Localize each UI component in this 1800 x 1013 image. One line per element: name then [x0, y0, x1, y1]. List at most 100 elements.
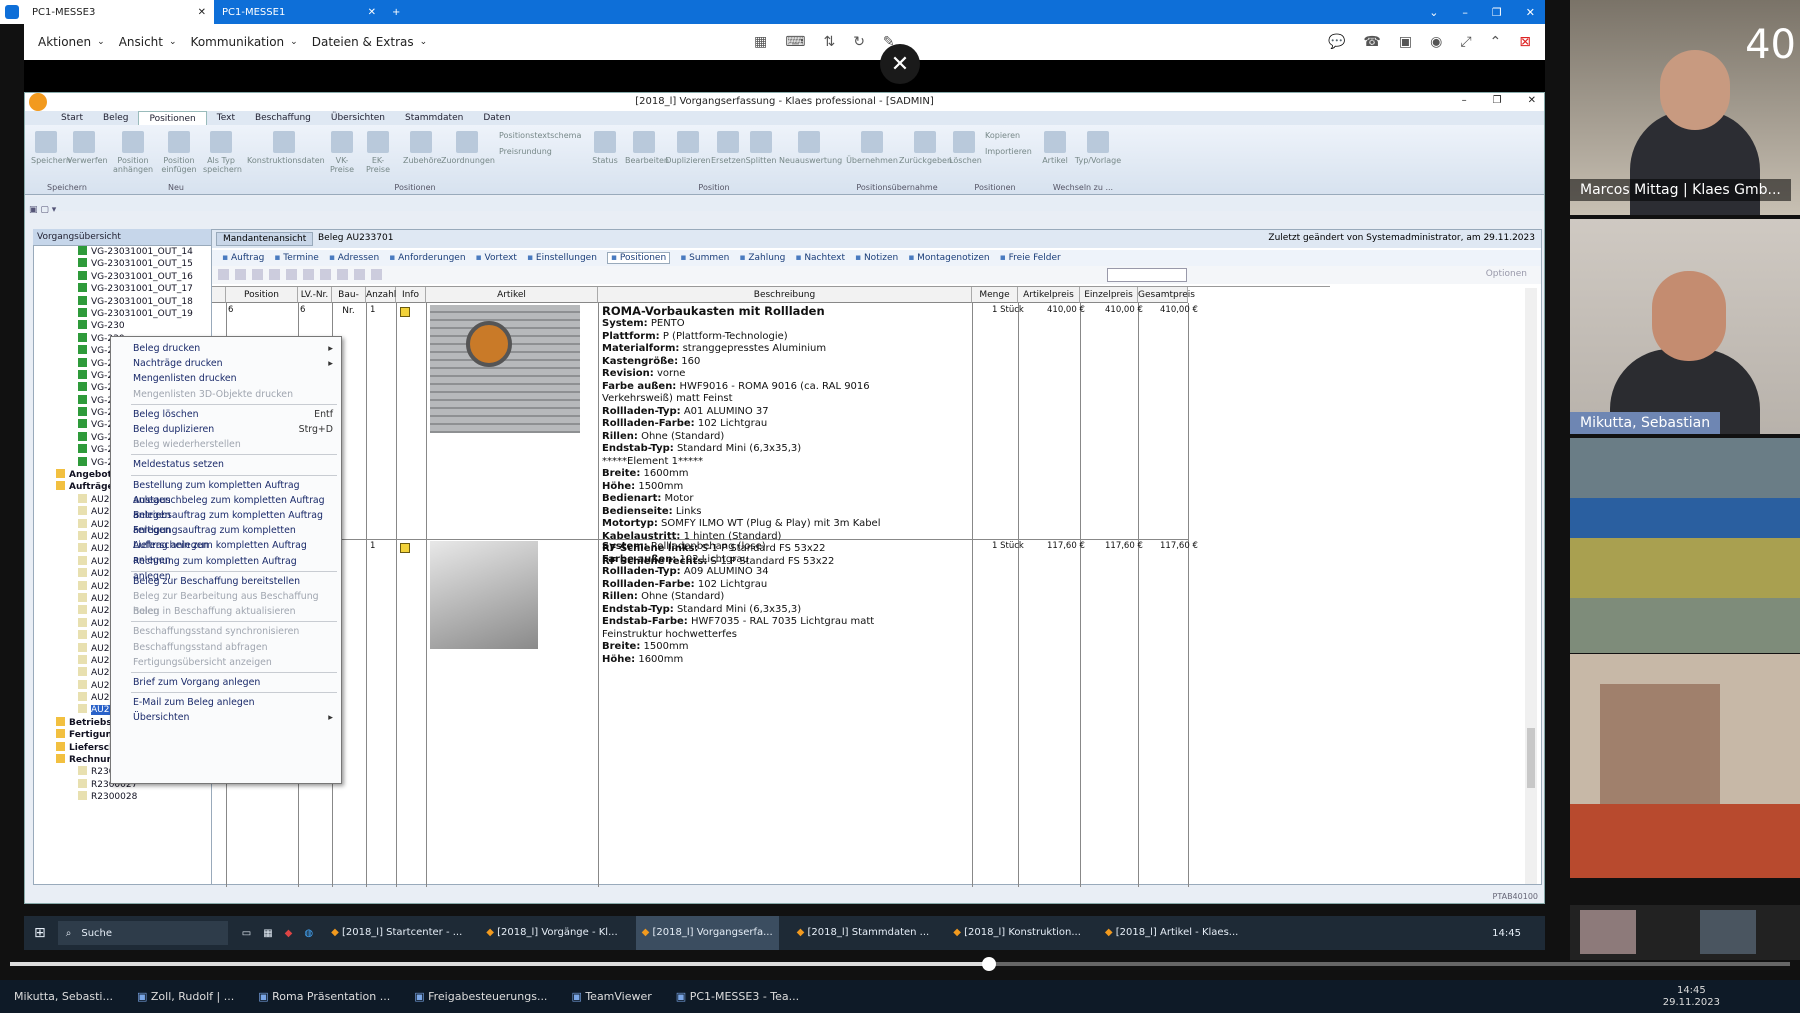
uebernehmen-button[interactable]: Übernehmen — [845, 131, 899, 165]
tab-beschaffung[interactable]: Beschaffung — [245, 111, 321, 125]
tool-icon[interactable] — [354, 269, 365, 280]
tab-mandantenansicht[interactable]: Mandantenansicht — [216, 232, 314, 246]
keyboard-icon[interactable]: ⌨ — [785, 34, 805, 50]
taskbar-app[interactable]: ◆ [2018_l] Artikel - Klaes... — [1099, 916, 1244, 950]
taskbar-app[interactable]: ◆ [2018_l] Vorgangserfa... — [635, 916, 779, 950]
tab-uebersichten[interactable]: Übersichten — [321, 111, 395, 125]
menu-item-beleg-drucken[interactable]: Beleg drucken ▸ — [133, 341, 333, 356]
verwerfen-button[interactable]: Verwerfen — [67, 131, 108, 165]
tab-beleg[interactable]: Beleg AU233701 — [318, 233, 393, 243]
close-icon[interactable]: ✕ — [1528, 95, 1536, 106]
close-icon[interactable]: ✕ — [368, 7, 376, 18]
subtab-montagenotizen[interactable]: ▪ Montagenotizen — [908, 253, 989, 263]
menu-item-nachträge-drucken[interactable]: Nachträge drucken ▸ — [133, 356, 333, 371]
kopieren-button[interactable]: Kopieren — [985, 131, 1035, 140]
column-header-beschreibung[interactable]: Beschreibung — [598, 287, 972, 303]
tab-text[interactable]: Text — [207, 111, 245, 125]
app-icon[interactable]: ◆ — [285, 928, 293, 939]
chevron-down-icon[interactable]: ⌄ — [1429, 6, 1438, 19]
zurueckgeben-button[interactable]: Zurückgeben — [899, 131, 952, 165]
tool-icon[interactable] — [218, 269, 229, 280]
menu-item-fertigungsauftrag-zum-kompletten-auftrag-anlegen[interactable]: Fertigungsauftrag zum kompletten Auftrag… — [133, 523, 333, 551]
close-icon[interactable]: ✕ — [1526, 6, 1535, 19]
local-taskbar-app[interactable]: ▣ Zoll, Rudolf | ... — [137, 990, 234, 1003]
loeschen-button[interactable]: Löschen — [949, 131, 982, 165]
splitten-button[interactable]: Splitten — [745, 131, 777, 165]
info-icon[interactable] — [400, 307, 410, 317]
menu-dateien-extras[interactable]: Dateien & Extras — [312, 35, 414, 49]
duplizieren-button[interactable]: Duplizieren — [665, 131, 711, 165]
progress-knob[interactable] — [982, 957, 996, 971]
tab-stammdaten[interactable]: Stammdaten — [395, 111, 473, 125]
screenshot-icon[interactable]: ▣ — [1399, 34, 1412, 50]
windows-start-icon[interactable]: ⊞ — [34, 925, 46, 941]
klaes-logo-icon[interactable] — [29, 93, 47, 111]
taskbar-search-box[interactable]: ⌕ Suche — [57, 921, 228, 945]
fullscreen-icon[interactable]: ⤢ — [1460, 34, 1471, 50]
zubehoere-button[interactable]: Zubehöre — [403, 131, 442, 165]
menu-item-beleg-zur-beschaffung-bereitstellen[interactable]: Beleg zur Beschaffung bereitstellen — [133, 574, 333, 589]
local-taskbar-app[interactable]: ▣ TeamViewer — [571, 990, 651, 1003]
speichern-button[interactable]: Speichern — [31, 131, 71, 165]
subtab-notizen[interactable]: ▪ Notizen — [855, 253, 898, 263]
minimize-icon[interactable]: – — [1462, 6, 1468, 19]
tool-icon[interactable] — [286, 269, 297, 280]
local-taskbar-app[interactable]: ▣ PC1-MESSE3 - Tea... — [676, 990, 799, 1003]
column-header-gesamtpreis[interactable]: Gesamtpreis — [1138, 287, 1195, 303]
tool-icon[interactable] — [269, 269, 280, 280]
menu-item-rechnung-zum-kompletten-auftrag-anlegen[interactable]: Rechnung zum kompletten Auftrag anlegen — [133, 554, 333, 582]
menu-item-betriebsauftrag-zum-kompletten-auftrag-anlegen[interactable]: Betriebsauftrag zum kompletten Auftrag a… — [133, 508, 333, 536]
minimize-icon[interactable]: – — [1462, 95, 1467, 106]
column-header-position[interactable]: Position — [226, 287, 298, 303]
menu-kommunikation[interactable]: Kommunikation — [191, 35, 285, 49]
zuordnungen-button[interactable]: Zuordnungen — [441, 131, 495, 165]
menu-ansicht[interactable]: Ansicht — [119, 35, 163, 49]
preisrundung-button[interactable]: Preisrundung — [499, 147, 583, 156]
column-header-artikel[interactable]: Artikel — [426, 287, 598, 303]
vk-preise-button[interactable]: VK-Preise — [327, 131, 357, 174]
tree-node[interactable]: VG-23031001_OUT_19 — [34, 307, 216, 320]
quick-access-icon[interactable]: ▣ ▢ ▾ — [29, 205, 56, 215]
typ-vorlage-button[interactable]: Typ/Vorlage — [1073, 131, 1123, 165]
tool-icon[interactable] — [252, 269, 263, 280]
subtab-nachtext[interactable]: ▪ Nachtext — [795, 253, 845, 263]
subtab-vortext[interactable]: ▪ Vortext — [476, 253, 517, 263]
task-view-icon[interactable]: ▭ — [242, 928, 251, 939]
als-typ-speichern-button[interactable]: Als Typ speichern — [203, 131, 242, 174]
menu-aktionen[interactable]: Aktionen — [38, 35, 91, 49]
restore-icon[interactable]: ❐ — [1492, 6, 1502, 19]
close-overlay-button[interactable]: ✕ — [880, 44, 920, 84]
optionen-dropdown[interactable]: Optionen — [1486, 269, 1527, 279]
restore-icon[interactable]: ❐ — [1493, 95, 1502, 106]
taskbar-app[interactable]: ◆ [2018_l] Stammdaten ... — [791, 916, 936, 950]
video-tile-1[interactable]: 40 Marcos Mittag | Klaes Gmb... — [1570, 0, 1800, 215]
tool-icon[interactable] — [235, 269, 246, 280]
chat-icon[interactable]: 💬 — [1328, 34, 1345, 50]
position-anhaengen-button[interactable]: Position anhängen — [113, 131, 153, 174]
menu-item-lieferschein-zum-kompletten-auftrag-anlegen[interactable]: Lieferschein zum kompletten Auftrag anle… — [133, 538, 333, 566]
menu-item-beleg-löschen[interactable]: Beleg löschen Entf — [133, 407, 333, 422]
ersetzen-button[interactable]: Ersetzen — [711, 131, 746, 165]
tree-node[interactable]: VG-23031001_OUT_17 — [34, 283, 216, 295]
column-header-menge[interactable]: Menge — [972, 287, 1018, 303]
menu-item-brief-zum-vorgang-anlegen[interactable]: Brief zum Vorgang anlegen — [133, 675, 333, 690]
close-icon[interactable]: ✕ — [198, 7, 206, 18]
tool-icon[interactable] — [371, 269, 382, 280]
tree-node[interactable]: VG-23031001_OUT_14 — [34, 246, 216, 258]
position-einfuegen-button[interactable]: Position einfügen — [159, 131, 199, 174]
tab-beleg[interactable]: Beleg — [93, 111, 138, 125]
tab-positionen[interactable]: Positionen — [138, 111, 207, 125]
konstruktionsdaten-button[interactable]: Konstruktionsdaten — [247, 131, 325, 165]
tab-pc1-messe1[interactable]: PC1-MESSE1 ✕ — [214, 0, 384, 24]
column-header-artikelpreis[interactable]: Artikelpreis — [1018, 287, 1080, 303]
edge-icon[interactable]: ◍ — [304, 928, 313, 939]
video-tile-4[interactable] — [1570, 654, 1800, 878]
camera-icon[interactable]: ◉ — [1430, 34, 1442, 50]
taskbar-app[interactable]: ◆ [2018_l] Vorgänge - Kl... — [480, 916, 623, 950]
positionstextschema-button[interactable]: Positionstextschema — [499, 131, 583, 140]
menu-item-austauschbeleg-zum-kompletten-auftrag-anlegen[interactable]: Austauschbeleg zum kompletten Auftrag an… — [133, 493, 333, 521]
column-header-info[interactable]: Info — [396, 287, 426, 303]
refresh-icon[interactable]: ↻ — [853, 34, 865, 50]
column-header-anzahl[interactable]: Anzahl — [366, 287, 396, 303]
video-tile-2[interactable]: Mikutta, Sebastian — [1570, 219, 1800, 434]
